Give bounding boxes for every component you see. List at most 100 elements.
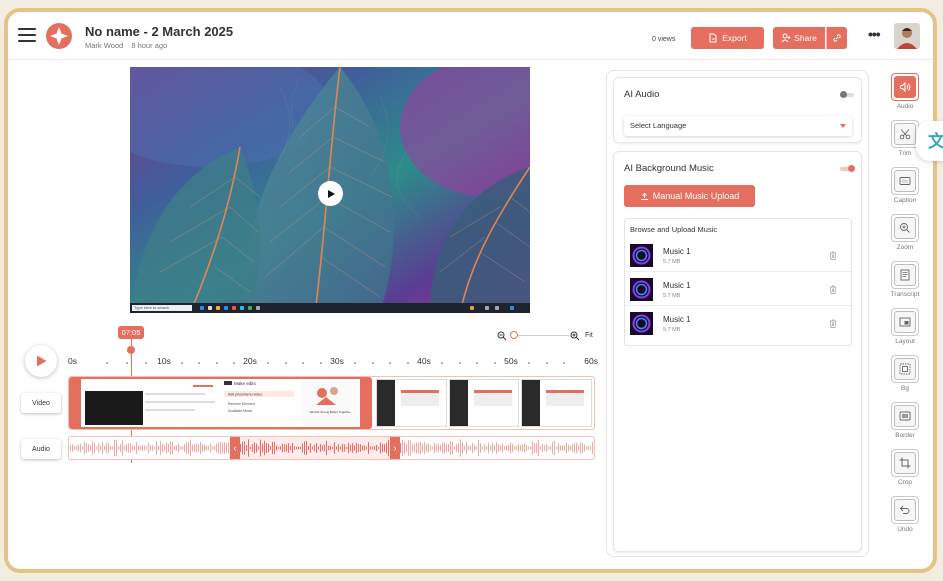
app-logo (46, 23, 72, 49)
language-select[interactable]: Select Language (624, 116, 852, 136)
clip-item: Remove Element (228, 402, 255, 406)
trash-icon[interactable] (829, 319, 837, 328)
tool-crop[interactable]: Crop (889, 449, 921, 486)
ai-bg-music-toggle[interactable] (840, 165, 855, 172)
music-item[interactable]: Music 1 5.7 MB (625, 273, 851, 306)
play-overlay-button[interactable] (318, 181, 343, 206)
zoom-fit-button[interactable]: Fit (585, 332, 593, 339)
music-thumbnail (630, 312, 653, 335)
music-name: Music 1 (663, 247, 691, 256)
tool-label: Crop (897, 479, 913, 486)
audio-trim-start-handle[interactable]: ‹ (230, 437, 240, 459)
clip-thumbnail (448, 379, 520, 427)
tick-label: 50s (504, 356, 518, 366)
trash-icon[interactable] (829, 285, 837, 294)
copy-link-button[interactable] (826, 27, 847, 49)
ruler-dot (354, 362, 357, 364)
ai-background-music-card: AI Background Music Manual Music Upload … (613, 151, 862, 552)
tool-caption[interactable]: CC Caption (889, 167, 921, 204)
ruler-dot (563, 362, 566, 364)
svg-text:文: 文 (928, 131, 943, 152)
video-track-label[interactable]: Video (21, 393, 61, 413)
audio-track[interactable]: ‹ › (68, 436, 595, 460)
music-item[interactable]: Music 1 5.7 MB (625, 239, 851, 272)
background-icon (899, 363, 911, 375)
export-button[interactable]: Export (691, 27, 764, 49)
video-taskbar: Type here to search (130, 303, 530, 313)
tool-transcript[interactable]: Transcript (889, 261, 921, 298)
ruler-dot (528, 362, 531, 364)
video-track[interactable]: Make edits Add price/menu video Remove E… (68, 376, 595, 430)
language-select-value: Select Language (630, 121, 687, 130)
ai-audio-card: AI Audio Select Language (613, 77, 862, 143)
ruler-dot (545, 362, 548, 364)
ruler-dot (458, 362, 461, 364)
zoom-out-icon[interactable] (497, 331, 507, 341)
zoom-in-icon[interactable] (570, 331, 580, 341)
ai-audio-toggle[interactable] (840, 91, 854, 98)
undo-icon (899, 505, 910, 514)
music-item[interactable]: Music 1 5.7 MB (625, 307, 851, 340)
zoom-slider-handle[interactable] (510, 331, 518, 339)
tool-background[interactable]: Bg (889, 355, 921, 392)
clip-thumbnail (521, 379, 593, 427)
music-thumbnail (630, 244, 653, 267)
tick-label: 60s (584, 356, 598, 366)
manual-music-upload-button[interactable]: Manual Music Upload (624, 185, 755, 207)
music-size: 5.7 MB (663, 259, 681, 265)
tool-border[interactable]: Border (889, 402, 921, 439)
project-title[interactable]: No name - 2 March 2025 (85, 24, 233, 39)
tick-label: 0s (68, 356, 77, 366)
timeline-ruler[interactable]: 0s 10s 20s 30s 40s 50s 60s (68, 356, 598, 370)
tool-undo[interactable]: Undo (889, 496, 921, 533)
ruler-dot (198, 362, 201, 364)
time-ago: 8 hour ago (131, 41, 168, 50)
playhead-time[interactable]: 07:05 (118, 326, 144, 339)
menu-icon[interactable] (18, 28, 36, 42)
zoom-icon (900, 223, 910, 233)
upload-label: Manual Music Upload (652, 191, 740, 201)
clip-tagline: World's Strong Better Together (310, 410, 351, 414)
app-window: No name - 2 March 2025 Mark Wood 8 hour … (4, 8, 937, 573)
trash-icon[interactable] (829, 251, 837, 260)
clip-thumbnail: Make edits Add price/menu video Remove E… (222, 379, 360, 427)
playhead-handle[interactable] (127, 346, 135, 354)
audio-track-label[interactable]: Audio (21, 439, 61, 459)
tool-zoom[interactable]: Zoom (889, 214, 921, 251)
more-options-icon[interactable]: ••• (868, 26, 881, 42)
ruler-dot (302, 362, 305, 364)
transcript-icon (900, 269, 910, 281)
tool-label: Border (895, 432, 915, 439)
music-name: Music 1 (663, 281, 691, 290)
video-preview[interactable]: Type here to search (130, 67, 530, 313)
ai-audio-title: AI Audio (624, 89, 660, 100)
ruler-dot (389, 362, 392, 364)
chevron-down-icon (840, 124, 846, 128)
translate-widget[interactable]: 文 (916, 121, 943, 161)
ruler-dot (476, 362, 479, 364)
share-button[interactable]: Share (773, 27, 825, 49)
zoom-slider-track[interactable] (511, 335, 569, 336)
ruler-dot (125, 362, 128, 364)
top-bar: No name - 2 March 2025 Mark Wood 8 hour … (8, 12, 933, 60)
tool-label: Bg (901, 385, 909, 392)
avatar[interactable] (894, 23, 920, 49)
music-library-title: Browse and Upload Music (630, 225, 718, 234)
ruler-dot (215, 362, 218, 364)
project-meta: Mark Wood 8 hour ago (85, 41, 173, 50)
video-clip[interactable] (374, 377, 594, 429)
tool-label: Undo (897, 526, 913, 533)
scissors-icon (899, 129, 911, 140)
tool-layout[interactable]: Layout (889, 308, 921, 345)
timeline-play-button[interactable] (25, 345, 57, 377)
video-clip-selected[interactable]: Make edits Add price/menu video Remove E… (69, 377, 372, 429)
author-name: Mark Wood (85, 41, 124, 50)
ruler-dot (441, 362, 444, 364)
tool-audio[interactable]: Audio (889, 73, 921, 110)
ruler-dot (106, 362, 109, 364)
tick-label: 20s (243, 356, 257, 366)
audio-trim-end-handle[interactable]: › (390, 437, 400, 459)
view-count: 0 views (652, 36, 676, 43)
translate-icon: 文 (928, 131, 943, 152)
ruler-dot (319, 362, 322, 364)
